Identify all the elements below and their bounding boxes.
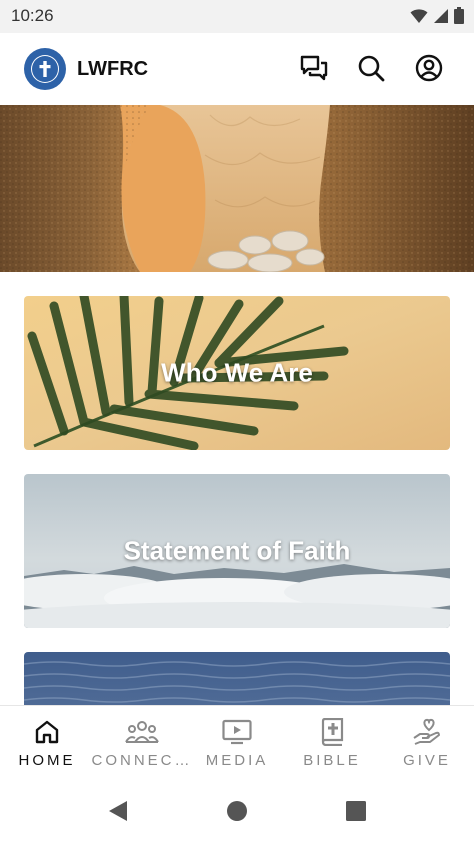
app-header: LWFRC — [0, 33, 474, 105]
back-button[interactable] — [106, 799, 130, 823]
status-time: 10:26 — [11, 6, 54, 25]
system-nav — [0, 783, 474, 842]
cross-logo-icon[interactable] — [24, 48, 66, 90]
system-home-button[interactable] — [225, 799, 249, 823]
card-title: Statement of Faith — [123, 535, 351, 566]
nav-give[interactable]: GIVE — [380, 706, 474, 784]
status-icons — [410, 7, 464, 24]
home-icon — [35, 720, 59, 744]
chat-icon — [300, 55, 328, 81]
feed: Who We Are Statement of Faith — [0, 272, 474, 705]
people-icon — [125, 721, 159, 743]
account-icon — [415, 54, 443, 82]
nav-label-connect: CONNEC… — [91, 752, 193, 769]
media-icon — [222, 719, 252, 745]
search-icon — [358, 55, 385, 82]
recents-button[interactable] — [344, 799, 368, 823]
card-statement-of-faith[interactable]: Statement of Faith — [24, 474, 450, 628]
nav-label-bible: BIBLE — [303, 752, 361, 769]
hero-banner[interactable] — [0, 105, 474, 272]
ocean-background — [24, 652, 450, 705]
nav-label-media: MEDIA — [205, 752, 269, 769]
nav-bible[interactable]: BIBLE — [285, 706, 379, 784]
search-button[interactable] — [354, 51, 388, 85]
card-who-we-are[interactable]: Who We Are — [24, 296, 450, 450]
give-icon — [413, 718, 440, 745]
battery-icon — [454, 7, 464, 24]
wifi-icon — [410, 8, 428, 23]
signal-icon — [434, 8, 448, 23]
back-icon — [109, 801, 127, 821]
account-button[interactable] — [412, 51, 446, 85]
nav-connect[interactable]: CONNEC… — [92, 706, 190, 784]
recents-icon — [346, 801, 366, 821]
home-circle-icon — [227, 801, 247, 821]
card-ocean[interactable] — [24, 652, 450, 705]
chat-button[interactable] — [297, 51, 331, 85]
empty-tomb-banner — [0, 105, 474, 272]
app-title: LWFRC — [77, 58, 149, 80]
nav-label-home: HOME — [18, 752, 76, 769]
bible-icon — [321, 718, 344, 746]
nav-home[interactable]: HOME — [0, 706, 94, 784]
nav-media[interactable]: MEDIA — [190, 706, 284, 784]
card-title: Who We Are — [161, 357, 313, 388]
bottom-nav: HOME CONNEC… MEDIA BIBLE GIVE — [0, 705, 474, 783]
status-bar: 10:26 — [0, 0, 474, 33]
nav-label-give: GIVE — [403, 752, 451, 769]
